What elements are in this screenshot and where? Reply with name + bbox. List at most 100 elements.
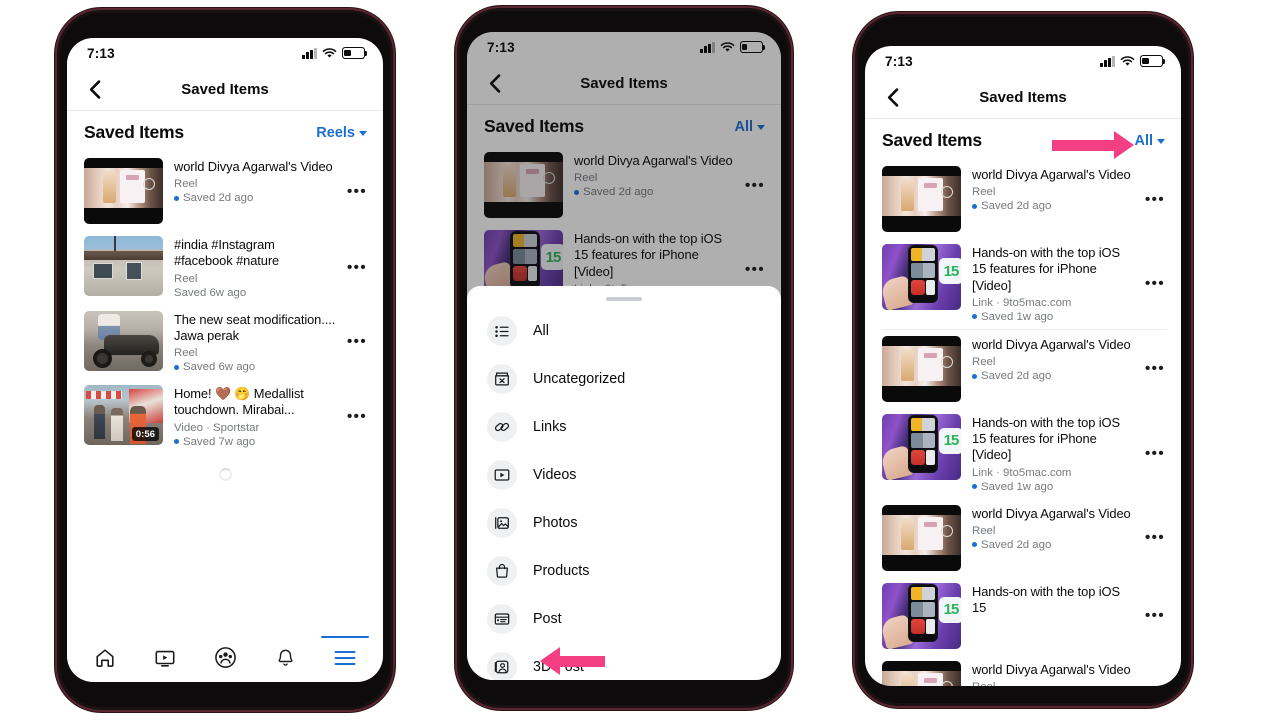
item-thumbnail[interactable] bbox=[882, 166, 961, 232]
phone-2-volume-down-button[interactable] bbox=[457, 258, 459, 302]
item-more-options-button[interactable]: ••• bbox=[347, 409, 369, 424]
item-body: Hands-on with the top iOS 15 features fo… bbox=[972, 414, 1134, 493]
phone-3-mute-button[interactable] bbox=[855, 168, 857, 194]
filter-label: All bbox=[1134, 132, 1153, 149]
item-saved-time: Saved 2d ago bbox=[972, 200, 1134, 212]
status-indicators bbox=[302, 47, 368, 59]
nav-bar: Saved Items bbox=[865, 76, 1181, 119]
list-item[interactable]: world Divya Agarwal's VideoReelSaved 2d … bbox=[865, 499, 1181, 577]
drag-handle[interactable] bbox=[606, 297, 642, 301]
item-body: world Divya Agarwal's VideoReelSaved 2d … bbox=[972, 505, 1134, 551]
unread-dot bbox=[972, 542, 977, 548]
unread-dot bbox=[972, 314, 977, 320]
groups-tab[interactable] bbox=[205, 643, 245, 677]
filter-dropdown-button[interactable]: Reels bbox=[316, 125, 367, 141]
list-item[interactable]: The new seat modification.... Jawa perak… bbox=[67, 305, 383, 380]
page-title: Saved Items bbox=[882, 130, 982, 150]
page-title: Saved Items bbox=[84, 122, 184, 142]
item-more-options-button[interactable]: ••• bbox=[1145, 192, 1167, 207]
phone-3-power-button[interactable] bbox=[1189, 232, 1191, 294]
watch-tab[interactable] bbox=[145, 643, 185, 677]
list-item[interactable]: #india #Instagram #facebook #nature Reel S… bbox=[67, 230, 383, 305]
saved-items-list[interactable]: world Divya Agarwal's Video Reel Saved 2d … bbox=[67, 152, 383, 638]
filter-options-list[interactable]: All Uncategorized Links Videos Photos Product… bbox=[467, 307, 781, 680]
item-saved-time: Saved 6w ago bbox=[174, 361, 336, 373]
item-body: Hands-on with the top iOS 15 bbox=[972, 583, 1134, 617]
filter-option-photos[interactable]: Photos bbox=[467, 499, 781, 547]
arrow-head bbox=[540, 647, 560, 675]
phone-1-volume-up-button[interactable] bbox=[57, 206, 59, 250]
item-more-options-button[interactable]: ••• bbox=[1145, 608, 1167, 623]
item-thumbnail[interactable]: 0:56 bbox=[84, 385, 163, 445]
item-thumbnail[interactable]: 15 bbox=[882, 413, 961, 480]
phone-1-power-button[interactable] bbox=[391, 225, 393, 287]
bottom-tab-bar[interactable] bbox=[67, 636, 383, 682]
item-thumbnail[interactable] bbox=[84, 236, 163, 296]
item-more-options-button[interactable]: ••• bbox=[347, 260, 369, 275]
menu-tab[interactable] bbox=[321, 636, 369, 677]
list-item[interactable]: 0:56 Home! 🤎 🤭 Medallist touchdown. Mirab… bbox=[67, 379, 383, 454]
list-item[interactable]: world Divya Agarwal's Video ReelSaved 2d … bbox=[865, 160, 1181, 238]
unread-dot bbox=[972, 203, 977, 209]
groups-icon bbox=[214, 646, 237, 674]
item-more-options-button[interactable]: ••• bbox=[1145, 530, 1167, 545]
item-thumbnail[interactable] bbox=[882, 660, 961, 686]
cellular-signal-icon bbox=[302, 47, 317, 59]
phone-2-screen: 7:13 Saved Items Saved Items All world D… bbox=[467, 32, 781, 680]
filter-option-label: Products bbox=[533, 563, 590, 579]
item-thumbnail[interactable] bbox=[84, 158, 163, 224]
filter-option-videos[interactable]: Videos bbox=[467, 451, 781, 499]
list-item[interactable]: 15 Hands-on with the top iOS 15 features … bbox=[865, 238, 1181, 329]
phone-1-mute-button[interactable] bbox=[57, 160, 59, 186]
item-thumbnail[interactable] bbox=[882, 335, 961, 402]
notifications-tab[interactable] bbox=[265, 643, 305, 677]
phone-3-volume-up-button[interactable] bbox=[855, 214, 857, 258]
chevron-left-icon[interactable] bbox=[881, 85, 905, 109]
phone-3-volume-down-button[interactable] bbox=[855, 270, 857, 314]
phone-2-power-button[interactable] bbox=[789, 220, 791, 282]
list-item[interactable]: 15 Hands-on with the top iOS 15 ••• bbox=[865, 577, 1181, 655]
item-subtitle: Reel bbox=[972, 186, 996, 199]
status-time: 7:13 bbox=[87, 45, 115, 61]
filter-option-all[interactable]: All bbox=[467, 307, 781, 355]
unread-dot bbox=[972, 484, 977, 489]
item-more-options-button[interactable]: ••• bbox=[1145, 361, 1167, 376]
chevron-left-icon[interactable] bbox=[83, 77, 107, 101]
status-time: 7:13 bbox=[885, 53, 913, 69]
arrow-to-reels-option bbox=[540, 647, 605, 675]
list-item[interactable]: world Divya Agarwal's VideoReelSaved 2d … bbox=[67, 152, 383, 230]
filter-option-links[interactable]: Links bbox=[467, 403, 781, 451]
home-tab[interactable] bbox=[85, 643, 125, 677]
arrow-shaft bbox=[560, 655, 605, 667]
item-saved-time: Saved 1w ago bbox=[972, 311, 1134, 323]
wifi-icon bbox=[1120, 55, 1135, 67]
item-body: world Divya Agarwal's VideoReelSaved 2d … bbox=[972, 661, 1134, 687]
filter-option-post[interactable]: Post bbox=[467, 595, 781, 643]
phone-2-volume-up-button[interactable] bbox=[457, 202, 459, 246]
item-thumbnail[interactable]: 15 bbox=[882, 244, 961, 310]
item-thumbnail[interactable]: 15 bbox=[882, 582, 961, 649]
phone-3-frame: 7:13 Saved Items Saved Items All world D… bbox=[855, 14, 1191, 706]
item-more-options-button[interactable]: ••• bbox=[347, 184, 369, 199]
filter-option-3d-post[interactable]: 3D Post bbox=[467, 643, 781, 680]
item-more-options-button[interactable]: ••• bbox=[1145, 276, 1167, 291]
filter-bottom-sheet: All Uncategorized Links Videos Photos Product… bbox=[467, 286, 781, 680]
item-thumbnail[interactable] bbox=[882, 504, 961, 571]
phone-1-volume-down-button[interactable] bbox=[57, 262, 59, 306]
filter-dropdown-button[interactable]: All bbox=[1134, 133, 1165, 149]
item-title: world Divya Agarwal's Video bbox=[972, 167, 1131, 182]
list-item[interactable]: world Divya Agarwal's VideoReelSaved 2d … bbox=[865, 330, 1181, 408]
list-item[interactable]: 15 Hands-on with the top iOS 15 features … bbox=[865, 408, 1181, 499]
item-more-options-button[interactable]: ••• bbox=[347, 334, 369, 349]
loading-spinner bbox=[218, 467, 232, 481]
saved-items-list[interactable]: world Divya Agarwal's Video Reel Saved 2d … bbox=[865, 160, 1181, 686]
phone-2-frame: 7:13 Saved Items Saved Items All world D… bbox=[457, 8, 791, 708]
item-saved-time: Saved 2d ago bbox=[972, 539, 1134, 551]
filter-option-uncategorized[interactable]: Uncategorized bbox=[467, 355, 781, 403]
phone-2-mute-button[interactable] bbox=[457, 156, 459, 182]
list-item[interactable]: world Divya Agarwal's VideoReelSaved 2d … bbox=[865, 655, 1181, 687]
filter-option-label: Post bbox=[533, 611, 562, 627]
item-more-options-button[interactable]: ••• bbox=[1145, 446, 1167, 461]
item-thumbnail[interactable] bbox=[84, 310, 163, 371]
filter-option-products[interactable]: Products bbox=[467, 547, 781, 595]
